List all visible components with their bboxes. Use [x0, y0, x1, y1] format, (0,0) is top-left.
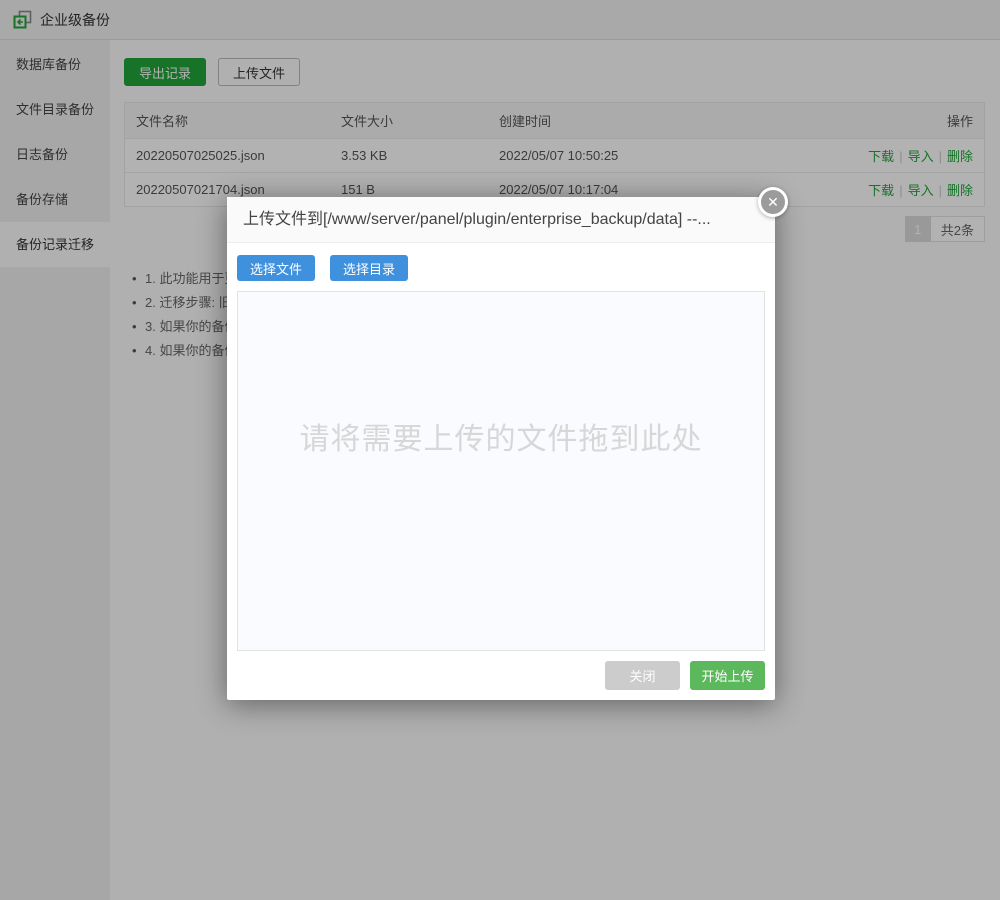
choose-directory-button[interactable]: 选择目录 [330, 255, 408, 281]
screen: 企业级备份 数据库备份 文件目录备份 日志备份 备份存储 备份记录迁移 导出记录… [0, 0, 1000, 900]
upload-modal: 上传文件到[/www/server/panel/plugin/enterpris… [227, 197, 775, 700]
file-drop-zone[interactable]: 请将需要上传的文件拖到此处 [237, 291, 765, 651]
modal-title: 上传文件到[/www/server/panel/plugin/enterpris… [227, 197, 775, 243]
choose-buttons-row: 选择文件 选择目录 [237, 255, 765, 281]
drop-zone-hint: 请将需要上传的文件拖到此处 [238, 414, 764, 458]
close-icon[interactable]: ✕ [758, 187, 788, 217]
start-upload-button[interactable]: 开始上传 [690, 661, 765, 690]
close-button[interactable]: 关闭 [605, 661, 680, 690]
choose-file-button[interactable]: 选择文件 [237, 255, 315, 281]
modal-body: 选择文件 选择目录 请将需要上传的文件拖到此处 关闭 开始上传 [227, 243, 775, 690]
modal-footer: 关闭 开始上传 [237, 661, 765, 690]
